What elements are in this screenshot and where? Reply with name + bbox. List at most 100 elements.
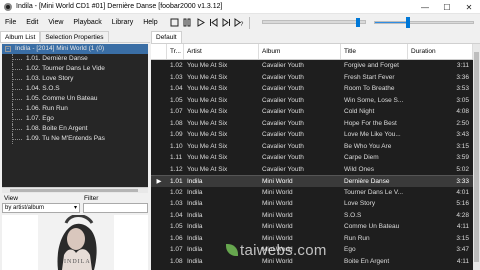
menu-edit[interactable]: Edit (21, 14, 43, 31)
play-pause-icon[interactable] (181, 17, 193, 29)
table-row[interactable]: 1.02 Indila Mini World Tourner Dans Le V...… (151, 187, 473, 199)
menu-view[interactable]: View (43, 14, 68, 31)
tree-item-label: 1.04. S.O.S (26, 85, 60, 92)
row-artist: You Me At Six (187, 108, 228, 115)
row-duration: 3:47 (456, 246, 469, 253)
filter-input[interactable] (83, 203, 148, 213)
volume-control[interactable] (372, 16, 476, 30)
album-tree[interactable]: − Indila - [2014] Mini World (1 (0) 1.01… (2, 44, 148, 190)
table-row[interactable]: 1.03 Indila Mini World Love Story 5:16 (151, 198, 473, 210)
maximize-icon[interactable]: ☐ (436, 0, 458, 14)
tree-item[interactable]: 1.06. Run Run (2, 104, 148, 114)
tree-item[interactable]: 1.04. S.O.S (2, 84, 148, 94)
svg-text:?: ? (240, 22, 244, 27)
tree-item[interactable]: 1.09. Tu Ne M'Entends Pas (2, 134, 148, 144)
playlist-rows: 1.02 You Me At Six Cavalier Youth Forgive a… (151, 60, 473, 270)
row-duration: 4:28 (456, 211, 469, 219)
table-row[interactable]: 1.09 You Me At Six Cavalier Youth Love Me L… (151, 129, 473, 141)
tree-item[interactable]: 1.02. Tourner Dans Le Vide (2, 64, 148, 74)
minimize-icon[interactable]: — (414, 0, 436, 14)
seek-bar[interactable] (262, 18, 366, 27)
row-title: Wild Ones (344, 165, 374, 173)
tree-item[interactable]: 1.08. Boite En Argent (2, 124, 148, 134)
row-album: Mini World (262, 178, 293, 185)
row-track: 1.02 (170, 62, 183, 69)
menu-help[interactable]: Help (138, 14, 162, 31)
previous-icon[interactable] (207, 17, 219, 29)
row-title: Carpe Diem (344, 154, 379, 161)
row-track: 1.01 (170, 178, 183, 185)
tree-item[interactable]: 1.03. Love Story (2, 74, 148, 84)
view-label: View (4, 195, 18, 202)
row-album: Cavalier Youth (262, 142, 304, 150)
stop-icon[interactable] (168, 17, 180, 29)
playlist-panel: Default Tr... Artist Album Title Duratio… (151, 31, 480, 270)
column-title[interactable]: Title (341, 44, 408, 59)
tab-selection-properties[interactable]: Selection Properties (40, 31, 109, 42)
volume-handle[interactable] (406, 17, 410, 28)
table-row[interactable]: 1.05 You Me At Six Cavalier Youth Win Some,… (151, 95, 473, 107)
table-row-now-playing[interactable]: ▶ 1.01 Indila Mini World Dernière Danse 3:33 (151, 175, 473, 187)
table-row[interactable]: 1.04 Indila Mini World S.O.S 4:28 (151, 210, 473, 222)
table-row[interactable]: 1.05 Indila Mini World Comme Un Bateau 4:11 (151, 221, 473, 233)
row-title: Boite En Argent (344, 257, 390, 265)
table-row[interactable]: 1.02 You Me At Six Cavalier Youth Forgive a… (151, 60, 473, 72)
scroll-thumb[interactable] (10, 189, 138, 192)
volume-fill (375, 22, 409, 23)
column-status[interactable] (151, 44, 167, 59)
column-track[interactable]: Tr... (167, 44, 184, 59)
random-icon[interactable]: ? (233, 17, 245, 29)
next-icon[interactable] (220, 17, 232, 29)
row-duration: 3:11 (456, 62, 469, 69)
row-track: 1.07 (170, 246, 183, 253)
row-track: 1.03 (170, 73, 183, 81)
row-track: 1.08 (170, 119, 183, 127)
column-duration[interactable]: Duration (408, 44, 473, 59)
filter-label: Filter (84, 195, 99, 202)
table-row[interactable]: 1.03 You Me At Six Cavalier Youth Fresh Sta… (151, 72, 473, 84)
menu-playback[interactable]: Playback (68, 14, 106, 31)
row-status (151, 198, 167, 210)
row-track: 1.02 (170, 188, 183, 196)
table-row[interactable]: 1.07 You Me At Six Cavalier Youth Cold Nigh… (151, 106, 473, 118)
volume-track[interactable] (374, 21, 474, 24)
tree-item[interactable]: 1.05. Comme Un Bateau (2, 94, 148, 104)
tree-item[interactable]: 1.07. Ego (2, 114, 148, 124)
tree-root-album[interactable]: − Indila - [2014] Mini World (1 (0) (2, 44, 148, 54)
row-track: 1.07 (170, 108, 183, 115)
row-duration: 4:08 (456, 108, 469, 115)
view-dropdown[interactable]: by artist/album ▾ (2, 203, 80, 213)
play-icon[interactable] (194, 17, 206, 29)
tree-item[interactable]: 1.01. Dernière Danse (2, 54, 148, 64)
playlist-vertical-scrollbar[interactable] (473, 44, 480, 270)
table-row[interactable]: 1.10 You Me At Six Cavalier Youth Be Who Yo… (151, 141, 473, 153)
toolbar-separator (249, 16, 250, 29)
row-duration: 3:05 (456, 96, 469, 104)
row-track: 1.12 (170, 165, 183, 173)
row-status (151, 152, 167, 164)
left-tab-strip: Album List Selection Properties (0, 31, 150, 43)
row-duration: 4:11 (456, 223, 469, 230)
menu-file[interactable]: File (0, 14, 21, 31)
menu-library[interactable]: Library (107, 14, 138, 31)
row-status (151, 83, 167, 95)
row-title: Be Who You Are (344, 142, 392, 150)
close-icon[interactable]: ✕ (458, 0, 480, 14)
row-artist: Indila (187, 200, 203, 207)
row-duration: 3:15 (456, 142, 469, 150)
row-album: Cavalier Youth (262, 131, 304, 138)
row-status (151, 60, 167, 72)
seek-handle[interactable] (356, 18, 360, 27)
row-track: 1.10 (170, 142, 183, 150)
column-artist[interactable]: Artist (184, 44, 259, 59)
tree-horizontal-scrollbar[interactable] (2, 187, 148, 193)
table-row[interactable]: 1.11 You Me At Six Cavalier Youth Carpe Die… (151, 152, 473, 164)
tab-default-playlist[interactable]: Default (151, 31, 182, 43)
table-row[interactable]: 1.12 You Me At Six Cavalier Youth Wild Ones… (151, 164, 473, 176)
scroll-thumb[interactable] (474, 52, 479, 262)
table-row[interactable]: 1.08 You Me At Six Cavalier Youth Hope For … (151, 118, 473, 130)
column-album[interactable]: Album (259, 44, 341, 59)
tab-album-list[interactable]: Album List (0, 31, 41, 42)
collapse-icon[interactable]: − (5, 46, 11, 52)
table-row[interactable]: 1.04 You Me At Six Cavalier Youth Room To B… (151, 83, 473, 95)
